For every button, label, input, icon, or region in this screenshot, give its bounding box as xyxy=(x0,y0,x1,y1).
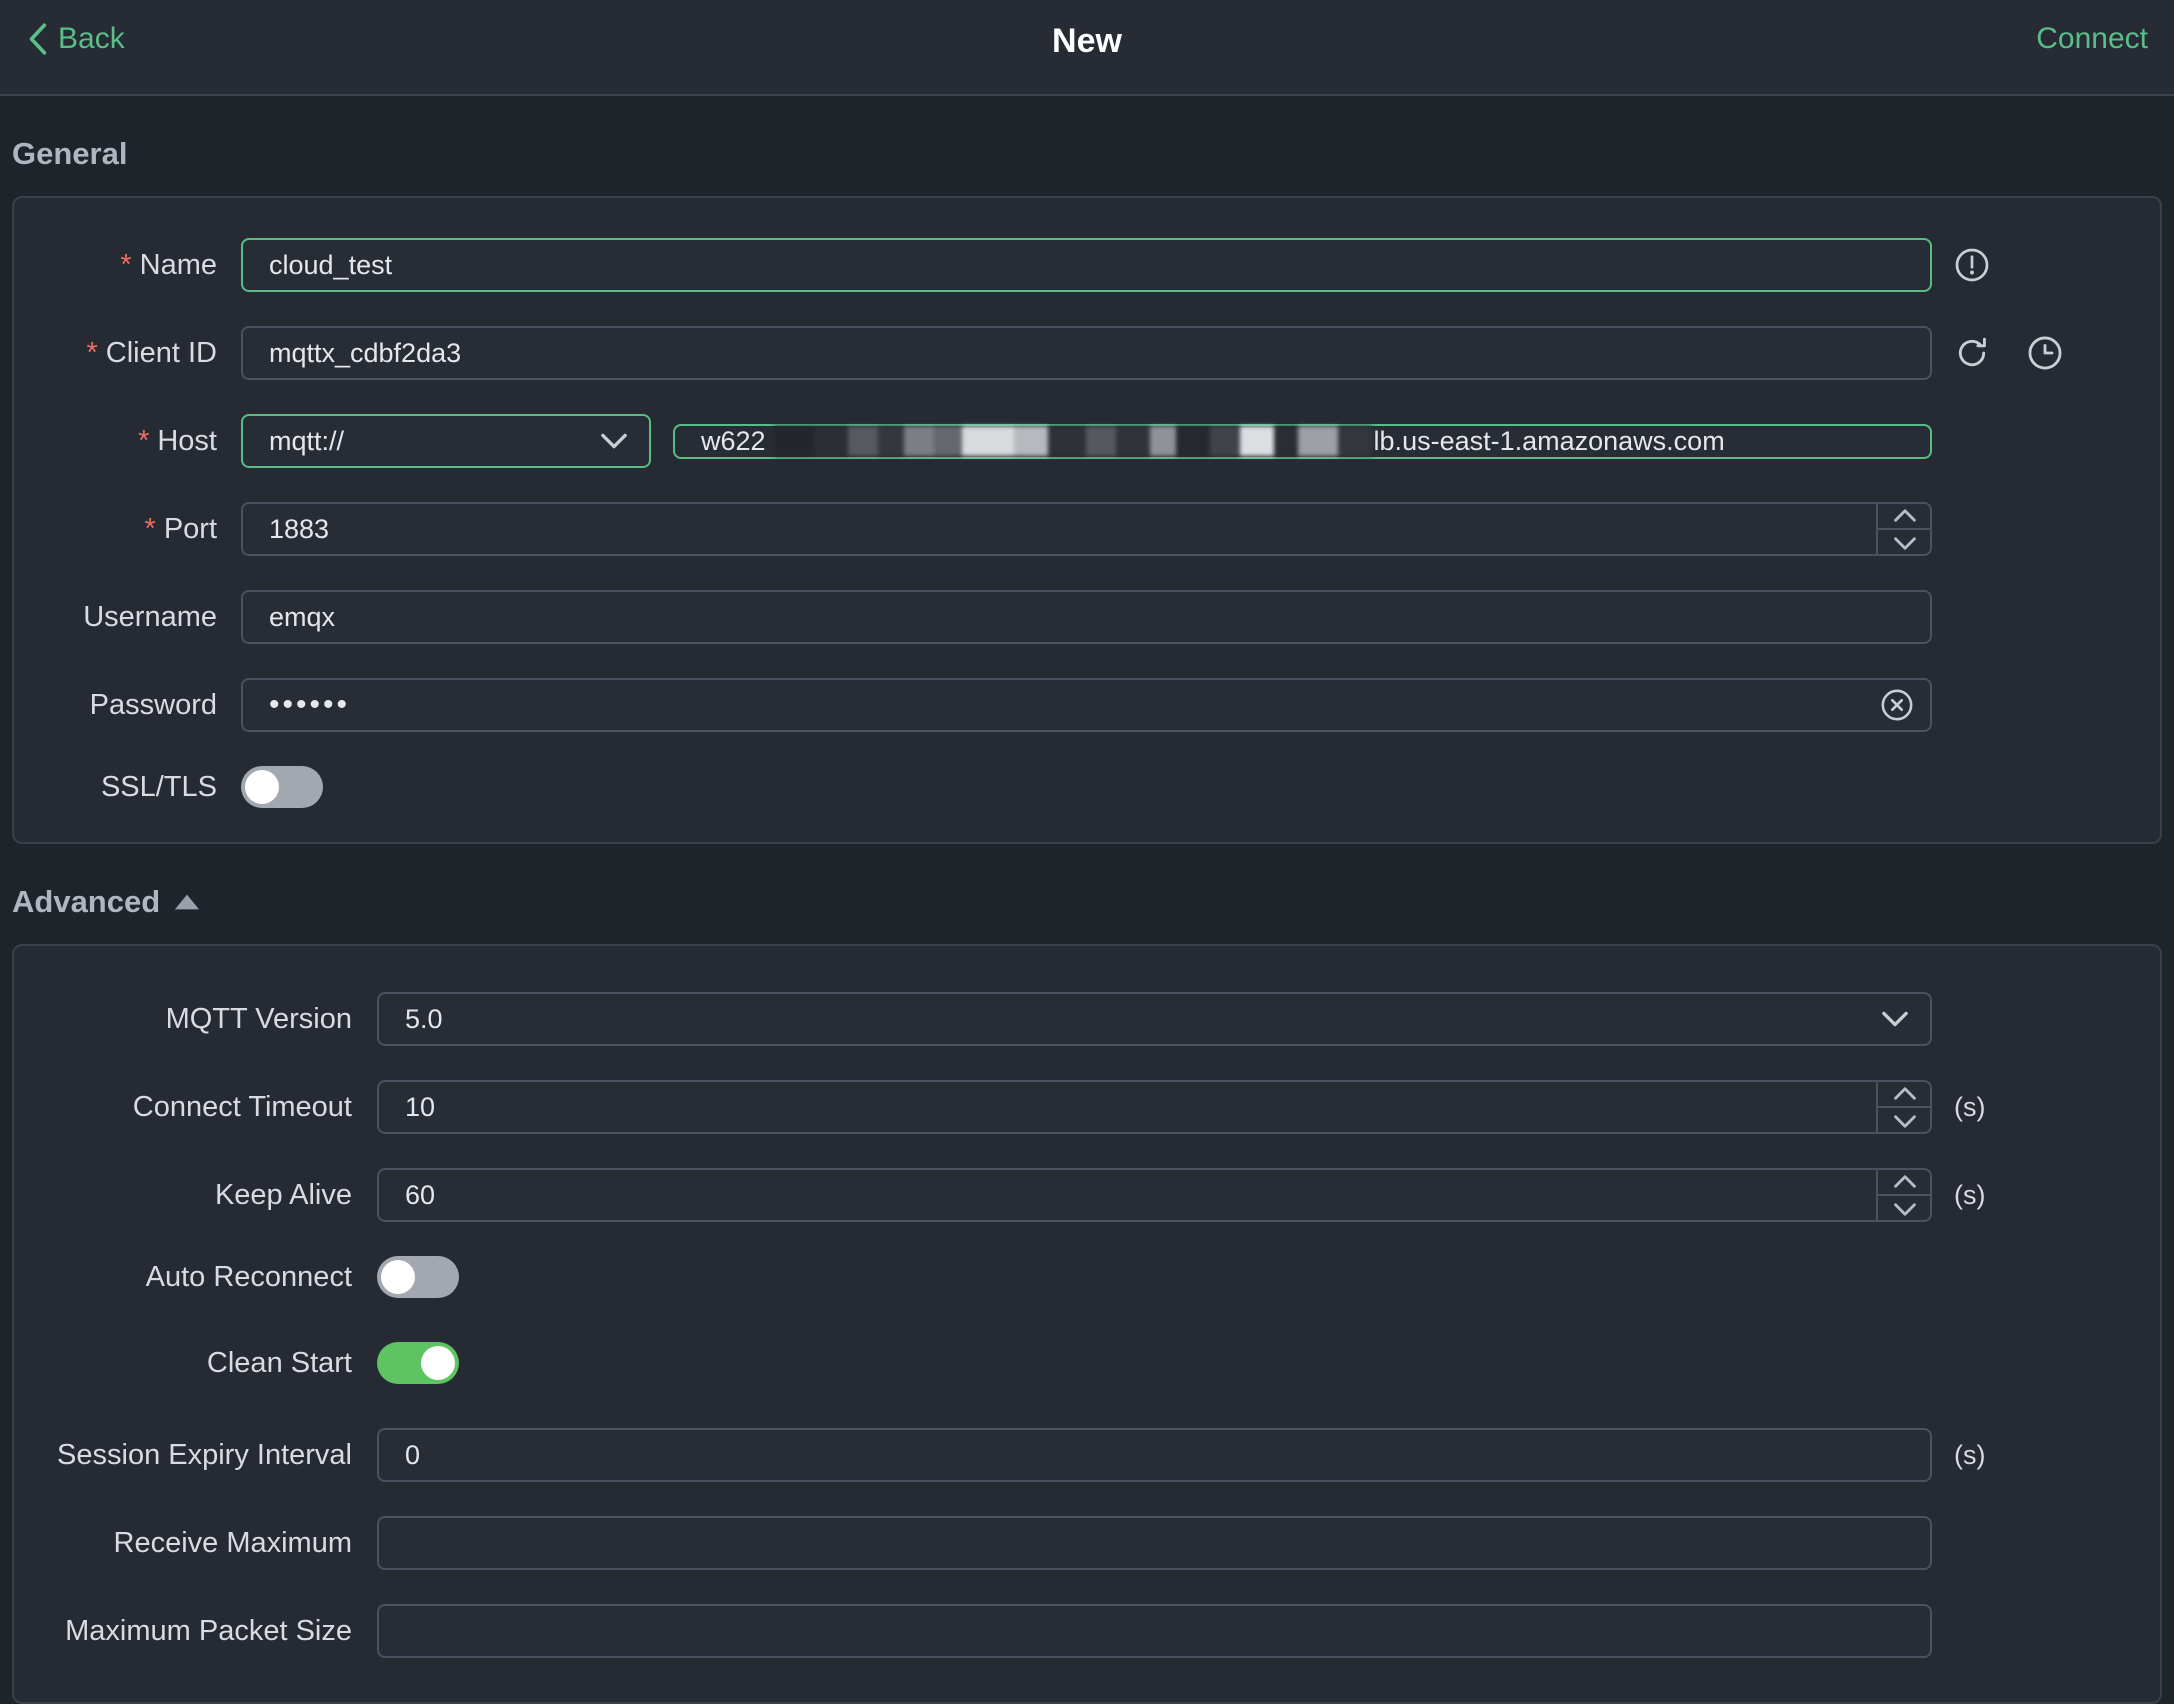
ssl-row: SSL/TLS xyxy=(14,766,2160,808)
refresh-icon[interactable] xyxy=(1954,335,1990,371)
receive-maximum-input[interactable] xyxy=(377,1516,1932,1570)
host-value-prefix: w622 xyxy=(701,425,766,456)
general-section-label: General xyxy=(12,136,128,171)
connect-timeout-label: Connect Timeout xyxy=(132,1090,352,1123)
clear-password-icon[interactable] xyxy=(1880,688,1914,722)
toggle-knob xyxy=(245,770,279,804)
back-button[interactable]: Back xyxy=(26,22,125,56)
stepper-up-icon xyxy=(1878,1080,1932,1106)
host-protocol-value: mqtt:// xyxy=(269,425,345,456)
host-row: * Host mqtt:// w622 lb.us-east-1.amazonaw… xyxy=(14,414,2160,468)
page-title: New xyxy=(1052,22,1122,60)
chevron-down-icon xyxy=(601,433,627,449)
connect-timeout-input[interactable] xyxy=(377,1080,1932,1134)
port-label: * Port xyxy=(144,512,217,545)
host-protocol-select[interactable]: mqtt:// xyxy=(241,414,651,468)
password-row: Password xyxy=(14,678,2160,732)
advanced-section-title[interactable]: Advanced xyxy=(12,884,2174,920)
clean-start-toggle[interactable] xyxy=(377,1342,459,1384)
auto-reconnect-label: Auto Reconnect xyxy=(145,1260,352,1293)
clean-start-label: Clean Start xyxy=(206,1346,352,1379)
stepper-down-icon xyxy=(1878,1106,1932,1134)
required-marker: * xyxy=(144,512,156,545)
port-stepper[interactable] xyxy=(1876,502,1932,556)
redacted-host-text xyxy=(773,426,1372,456)
toggle-knob xyxy=(421,1346,455,1380)
max-packet-size-row: Maximum Packet Size xyxy=(14,1604,2160,1658)
mqtt-version-value: 5.0 xyxy=(405,1003,443,1034)
name-row: * Name xyxy=(14,238,2160,292)
stepper-down-icon xyxy=(1878,528,1932,556)
connect-button[interactable]: Connect xyxy=(2036,22,2148,56)
keep-alive-row: Keep Alive (s) xyxy=(14,1168,2160,1222)
general-section-title: General xyxy=(12,136,2174,172)
stepper-up-icon xyxy=(1878,1168,1932,1194)
general-panel: *Name *Client ID *Host mqtt:// xyxy=(12,196,2162,844)
session-expiry-label: Session Expiry Interval xyxy=(57,1438,352,1471)
port-row: * Port xyxy=(14,502,2160,556)
name-input[interactable] xyxy=(241,238,1932,292)
password-input[interactable] xyxy=(241,678,1932,732)
ssl-toggle[interactable] xyxy=(241,766,323,808)
mqtt-version-label: MQTT Version xyxy=(165,1002,352,1035)
required-marker: * xyxy=(86,336,98,369)
stepper-down-icon xyxy=(1878,1194,1932,1222)
keep-alive-label: Keep Alive xyxy=(214,1178,352,1211)
ssl-label: SSL/TLS xyxy=(100,770,217,803)
session-expiry-input[interactable] xyxy=(377,1428,1932,1482)
receive-maximum-label: Receive Maximum xyxy=(113,1526,353,1559)
toggle-knob xyxy=(381,1260,415,1294)
auto-reconnect-toggle[interactable] xyxy=(377,1256,459,1298)
port-input[interactable] xyxy=(241,502,1932,556)
collapse-triangle-icon xyxy=(174,893,200,911)
host-label: * Host xyxy=(138,424,217,457)
client-id-label: * Client ID xyxy=(86,336,218,369)
max-packet-size-input[interactable] xyxy=(377,1604,1932,1658)
max-packet-size-label: Maximum Packet Size xyxy=(65,1614,352,1647)
mqtt-version-select[interactable]: 5.0 xyxy=(377,992,1932,1046)
receive-maximum-row: Receive Maximum xyxy=(14,1516,2160,1570)
mqtt-version-row: MQTT Version 5.0 xyxy=(14,992,2160,1046)
host-input[interactable]: w622 lb.us-east-1.amazonaws.com xyxy=(673,423,1932,459)
chevron-left-icon xyxy=(26,22,48,56)
password-label: Password xyxy=(89,688,217,721)
connect-timeout-row: Connect Timeout (s) xyxy=(14,1080,2160,1134)
auto-reconnect-row: Auto Reconnect xyxy=(14,1256,2160,1298)
back-label: Back xyxy=(58,22,125,55)
username-row: Username xyxy=(14,590,2160,644)
required-marker: * xyxy=(138,424,150,457)
connect-timeout-stepper[interactable] xyxy=(1876,1080,1932,1134)
advanced-section-label: Advanced xyxy=(12,884,161,919)
seconds-unit: (s) xyxy=(1954,1179,1986,1210)
topbar: Back New Connect xyxy=(0,0,2174,96)
session-expiry-row: Session Expiry Interval (s) xyxy=(14,1428,2160,1482)
username-input[interactable] xyxy=(241,590,1932,644)
warning-info-icon[interactable] xyxy=(1954,247,1990,283)
client-id-input[interactable] xyxy=(241,326,1932,380)
username-label: Username xyxy=(83,600,217,633)
keep-alive-stepper[interactable] xyxy=(1876,1168,1932,1222)
clean-start-row: Clean Start xyxy=(14,1342,2160,1384)
host-value-suffix: lb.us-east-1.amazonaws.com xyxy=(1373,425,1725,456)
advanced-panel: MQTT Version 5.0 Connect Timeout (s) Kee… xyxy=(12,944,2162,1704)
seconds-unit: (s) xyxy=(1954,1091,1986,1122)
chevron-down-icon xyxy=(1882,1011,1908,1027)
client-id-row: * Client ID xyxy=(14,326,2160,380)
history-clock-icon[interactable] xyxy=(2026,334,2064,372)
seconds-unit: (s) xyxy=(1954,1439,1986,1470)
name-label: * Name xyxy=(120,248,217,281)
required-marker: * xyxy=(120,248,132,281)
stepper-up-icon xyxy=(1878,502,1932,528)
keep-alive-input[interactable] xyxy=(377,1168,1932,1222)
